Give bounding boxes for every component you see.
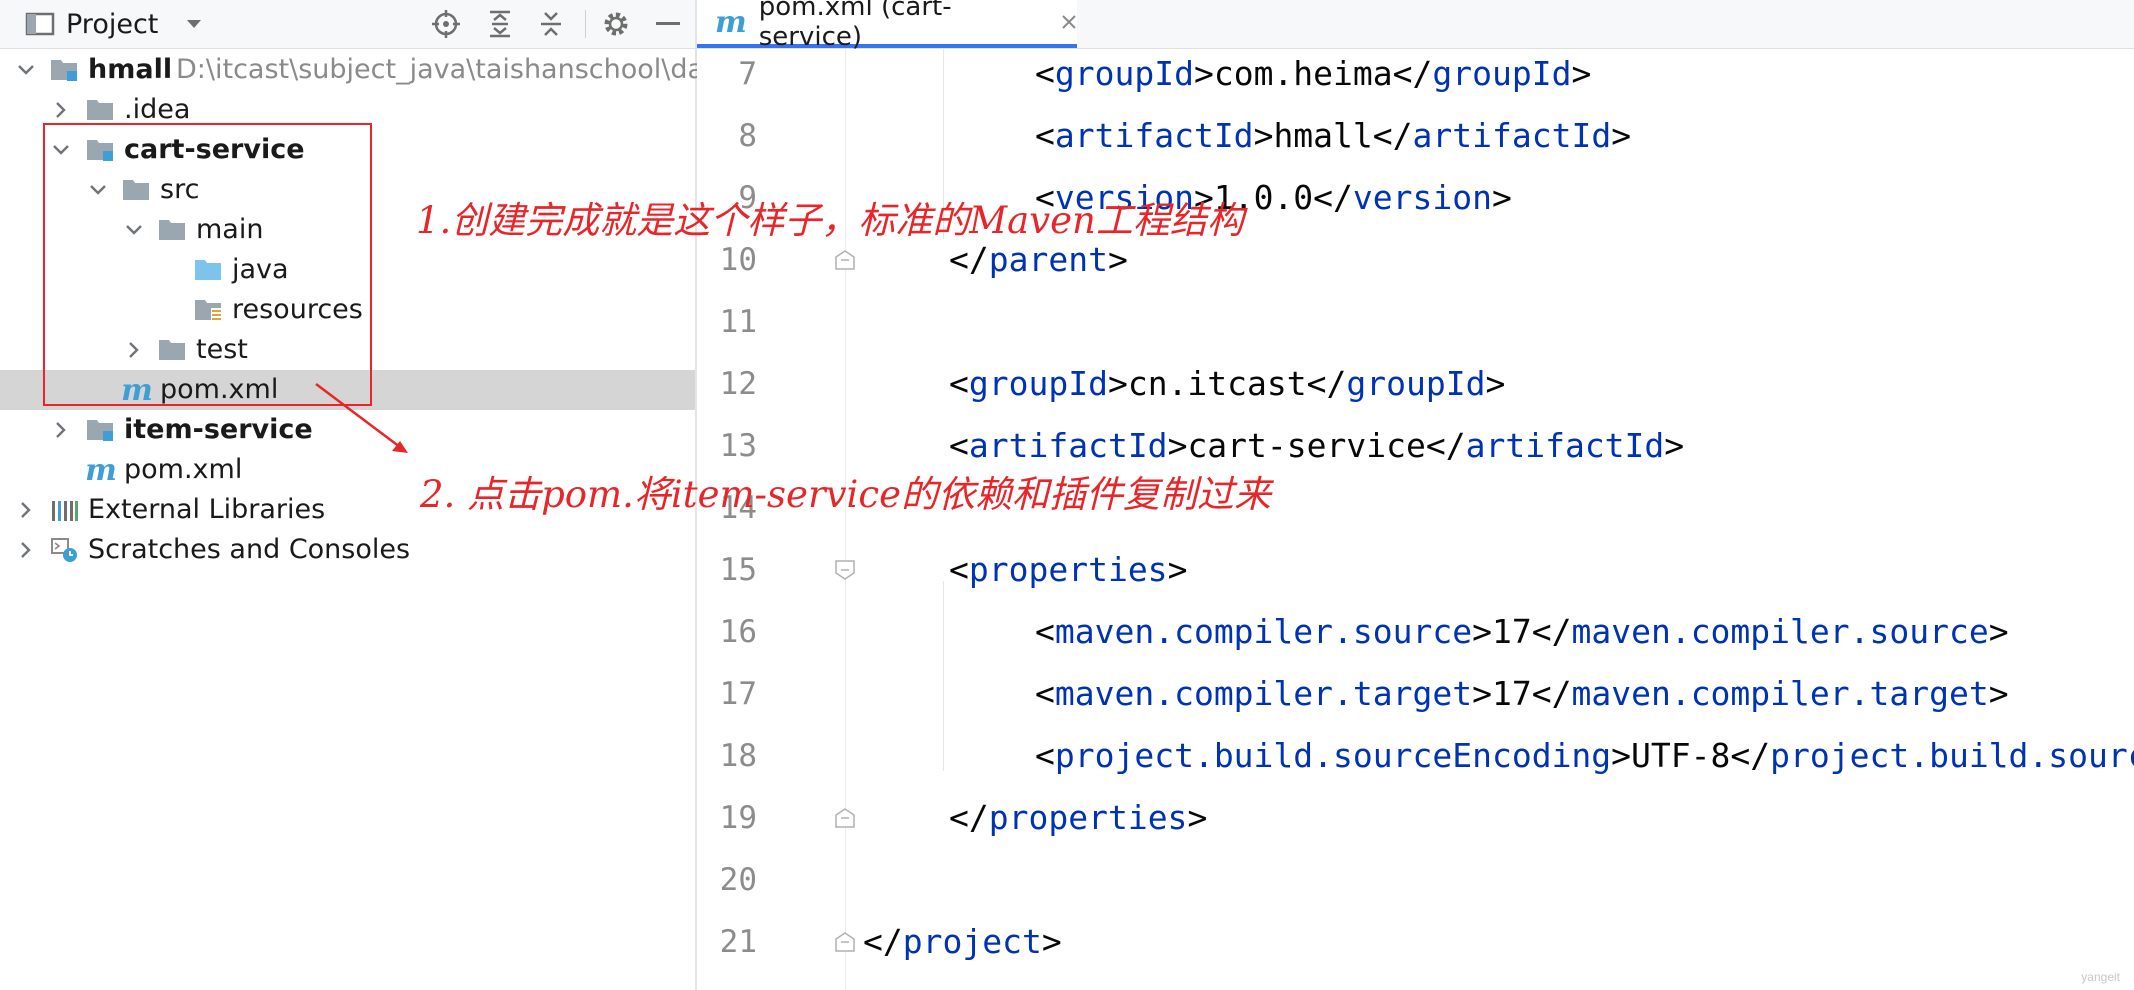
line-number: 17 xyxy=(719,676,757,712)
tree-item-label: Scratches and Consoles xyxy=(88,534,411,565)
hide-panel-icon[interactable] xyxy=(650,0,686,48)
code-text: </project> xyxy=(863,922,1062,961)
tree-item-scratches[interactable]: Scratches and Consoles xyxy=(0,530,695,570)
close-icon[interactable] xyxy=(1061,7,1077,37)
line-number: 12 xyxy=(719,366,757,402)
code-text: <groupId>com.heima</groupId> xyxy=(1035,54,1592,93)
annotation-arrow xyxy=(315,383,408,453)
code-text: <artifactId>hmall</artifactId> xyxy=(1035,116,1632,155)
code-line[interactable]: 21 </project> xyxy=(697,911,2134,973)
chevron-down-icon[interactable] xyxy=(180,0,208,48)
collapse-all-icon[interactable] xyxy=(533,0,569,48)
chevron-right-icon[interactable] xyxy=(12,530,40,570)
tab-pom-cart-service[interactable]: m pom.xml (cart-service) xyxy=(697,0,1077,52)
editor-tab-bar: m pom.xml (cart-service) xyxy=(697,0,2134,52)
tab-label: pom.xml (cart-service) xyxy=(758,0,952,52)
line-number: 11 xyxy=(719,304,757,340)
fold-marker-icon[interactable] xyxy=(834,559,856,581)
project-path: D:\itcast\subject_java\taishanschool\day… xyxy=(176,54,738,85)
project-view-icon[interactable] xyxy=(20,0,60,48)
line-number: 20 xyxy=(719,862,757,898)
code-text: <groupId>cn.itcast</groupId> xyxy=(949,364,1506,403)
module-folder-icon xyxy=(86,410,116,450)
line-number: 16 xyxy=(719,614,757,650)
fold-marker-icon[interactable] xyxy=(834,931,856,953)
code-line[interactable]: 16 <maven.compiler.source>17</maven.compi… xyxy=(697,601,2134,663)
line-number: 7 xyxy=(738,56,757,92)
code-line[interactable]: 7 <groupId>com.heima</groupId> xyxy=(697,49,2134,105)
fold-marker-icon[interactable] xyxy=(834,249,856,271)
code-line[interactable]: 20 xyxy=(697,849,2134,911)
code-text: <maven.compiler.source>17</maven.compile… xyxy=(1035,612,2009,651)
chevron-right-icon[interactable] xyxy=(12,490,40,530)
fold-marker-icon[interactable] xyxy=(834,807,856,829)
toolbar-divider xyxy=(585,10,586,38)
code-line[interactable]: 8 <artifactId>hmall</artifactId> xyxy=(697,105,2134,167)
tree-item-label: External Libraries xyxy=(88,494,326,525)
code-line[interactable]: 17 <maven.compiler.target>17</maven.compi… xyxy=(697,663,2134,725)
gear-icon[interactable] xyxy=(598,0,634,48)
highlight-box xyxy=(43,123,372,406)
tree-item-label: pom.xml xyxy=(124,454,243,485)
chevron-right-icon[interactable] xyxy=(47,410,75,450)
code-line[interactable]: 19 </properties> xyxy=(697,787,2134,849)
line-number: 21 xyxy=(719,924,757,960)
line-number: 8 xyxy=(738,118,757,154)
tree-item-label: hmall xyxy=(88,54,173,85)
library-icon xyxy=(50,490,80,530)
line-number: 18 xyxy=(719,738,757,774)
maven-file-icon: m xyxy=(715,4,747,40)
code-text: </properties> xyxy=(949,798,1208,837)
maven-file-icon: m xyxy=(85,452,117,488)
scratches-icon xyxy=(50,530,80,570)
project-toolbar: Project xyxy=(0,0,695,49)
locate-icon[interactable] xyxy=(428,0,464,48)
project-view-title[interactable]: Project xyxy=(66,0,158,48)
line-number: 15 xyxy=(719,552,757,588)
expand-all-icon[interactable] xyxy=(482,0,518,48)
tree-item-hmall[interactable]: hmall D:\itcast\subject_java\taishanscho… xyxy=(0,50,737,90)
code-line[interactable]: 15 <properties> xyxy=(697,539,2134,601)
module-folder-icon xyxy=(50,50,80,90)
annotation-note-2: 2. 点击pom.将item-service的依赖和插件复制过来 xyxy=(420,473,1271,516)
tree-item-label: item-service xyxy=(124,414,313,445)
annotation-note-1: 1.创建完成就是这个样子，标准的Maven工程结构 xyxy=(416,199,1244,242)
code-line[interactable]: 11 xyxy=(697,291,2134,353)
code-text: <properties> xyxy=(949,550,1188,589)
code-text: <maven.compiler.target>17</maven.compile… xyxy=(1035,674,2009,713)
code-text: <project.build.sourceEncoding>UTF-8</pro… xyxy=(1035,736,2134,775)
line-number: 19 xyxy=(719,800,757,836)
watermark: yangeit xyxy=(2081,970,2120,984)
chevron-down-icon[interactable] xyxy=(12,50,40,90)
code-line[interactable]: 18 <project.build.sourceEncoding>UTF-8</p… xyxy=(697,725,2134,787)
code-line[interactable]: 12 <groupId>cn.itcast</groupId> xyxy=(697,353,2134,415)
